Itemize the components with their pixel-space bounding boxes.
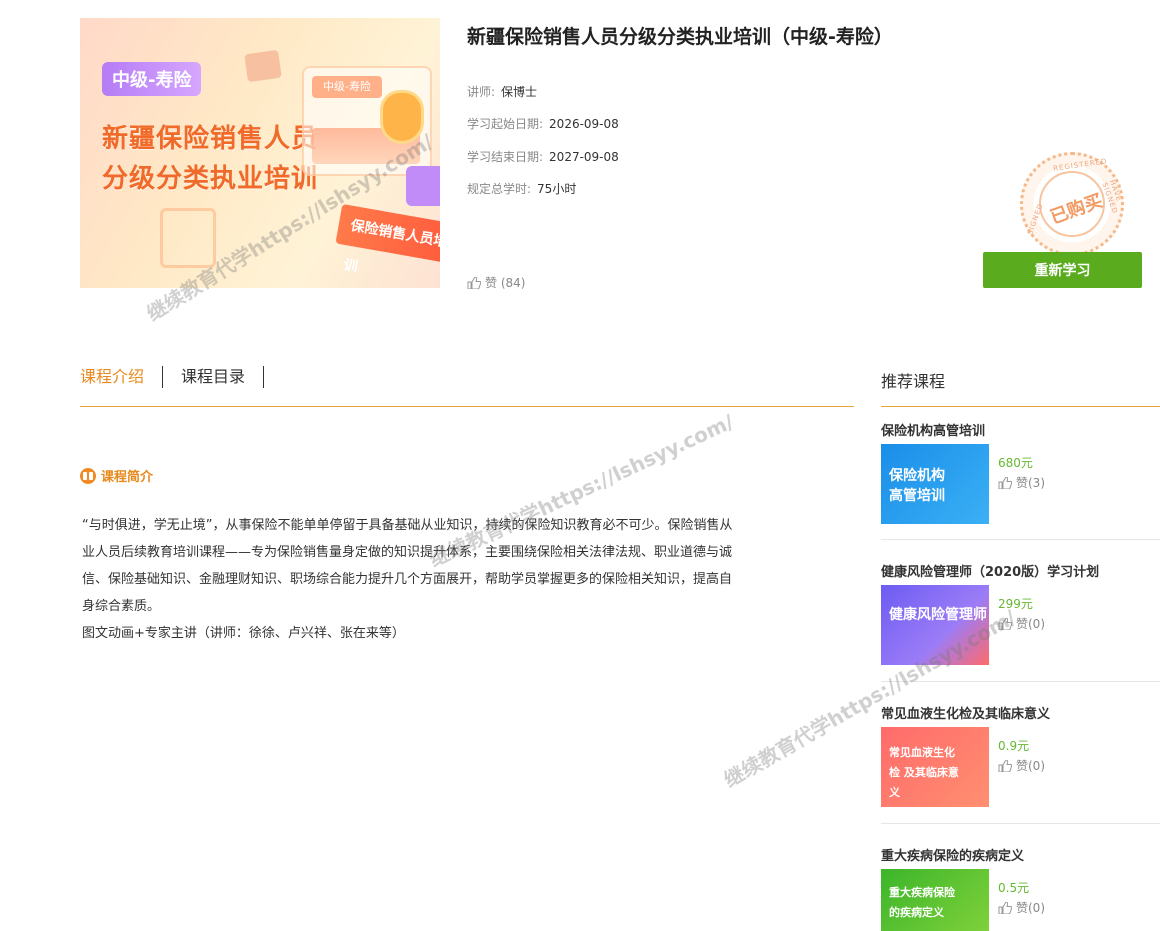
recommend-item-likes[interactable]: 赞(0) (998, 899, 1045, 916)
recommend-item-thumbnail[interactable]: 健康风险管理师 (881, 585, 989, 665)
like-label: 赞 (485, 276, 498, 290)
total-hours-value: 75小时 (537, 182, 577, 196)
tab-course-intro[interactable]: 课程介绍 (80, 366, 162, 388)
lecturer-row: 讲师: 保博士 (467, 83, 537, 100)
tab-course-catalog[interactable]: 课程目录 (163, 366, 263, 388)
intro-paragraph: “与时俱进，学无止境”，从事保险不能单单停留于具备基础从业知识，持续的保险知识教… (82, 518, 733, 614)
recommend-item-likes[interactable]: 赞(0) (998, 615, 1045, 632)
course-tabs: 课程介绍 课程目录 (80, 366, 265, 388)
start-date-value: 2026-09-08 (549, 117, 619, 131)
recommend-item-likes[interactable]: 赞(0) (998, 757, 1045, 774)
recommend-item-likes-text: 赞(0) (1016, 617, 1045, 631)
recommend-item-name[interactable]: 常见血液生化检及其临床意义 (881, 703, 1160, 722)
start-date-row: 学习起始日期: 2026-09-08 (467, 115, 619, 132)
end-date-label: 学习结束日期: (467, 150, 544, 164)
restudy-button[interactable]: 重新学习 (983, 252, 1142, 288)
recommend-item[interactable]: 重大疾病保险的疾病定义 重大疾病保险 的疾病定义 0.5元 赞(0) (881, 845, 1160, 931)
thumbs-up-icon (998, 759, 1012, 772)
recommend-item-name[interactable]: 重大疾病保险的疾病定义 (881, 845, 1160, 864)
recommend-divider (881, 681, 1160, 682)
recommend-title: 推荐课程 (881, 372, 946, 391)
recommend-item-price: 0.9元 (998, 739, 1030, 753)
thumbs-up-icon (998, 901, 1012, 914)
start-date-label: 学习起始日期: (467, 117, 544, 131)
recommend-item-likes[interactable]: 赞(3) (998, 474, 1045, 491)
stamp-ring-top-text: REGISTERED (1052, 157, 1108, 173)
recommend-item-thumbnail[interactable]: 保险机构 高管培训 (881, 444, 989, 524)
recommend-item-thumbnail[interactable]: 常见血液生化检 及其临床意义 (881, 727, 989, 807)
recommend-underline (881, 406, 1160, 407)
recommend-item-name[interactable]: 健康风险管理师（2020版）学习计划 (881, 561, 1160, 580)
thumbs-up-icon (998, 476, 1012, 489)
like-count: (84) (500, 275, 526, 290)
recommend-divider (881, 539, 1160, 540)
recommend-item-price: 680元 (998, 456, 1033, 470)
recommend-item-price: 0.5元 (998, 881, 1030, 895)
end-date-row: 学习结束日期: 2027-09-08 (467, 148, 619, 165)
intro-lecturers: 图文动画+专家主讲（讲师：徐徐、卢兴祥、张在来等） (82, 626, 405, 641)
tabs-underline (80, 406, 854, 407)
document-icon (160, 208, 216, 268)
total-hours-label: 规定总学时: (467, 182, 532, 196)
like-button[interactable]: 赞 (84) (467, 274, 525, 291)
recommend-item[interactable]: 保险机构高管培训 保险机构 高管培训 680元 赞(3) (881, 420, 1160, 524)
course-title: 新疆保险销售人员分级分类执业培训（中级-寿险） (467, 26, 893, 48)
recommend-item-likes-text: 赞(0) (1016, 901, 1045, 915)
cover-card-label: 中级-寿险 (312, 76, 382, 98)
total-hours-row: 规定总学时: 75小时 (467, 180, 576, 197)
intro-section-heading: 课程简介 (80, 466, 153, 485)
shield-icon (380, 90, 424, 144)
end-date-value: 2027-09-08 (549, 150, 619, 164)
tab-divider (263, 366, 265, 388)
recommend-divider (881, 823, 1160, 824)
user-card-icon (406, 166, 440, 206)
thumbs-up-icon (467, 276, 481, 289)
purchased-stamp: REGISTERED HAVE SIGNED SIGNED 已购买 (1020, 152, 1124, 256)
book-icon (80, 467, 96, 484)
thumbnail-text: 重大疾病保险 的疾病定义 (889, 886, 955, 919)
recommend-item-thumbnail[interactable]: 重大疾病保险 的疾病定义 (881, 869, 989, 931)
recommend-item-price: 299元 (998, 597, 1033, 611)
course-cover-image: 中级-寿险 新疆保险销售人员 分级分类执业培训 中级-寿险 保险销售人员培训 (80, 18, 440, 288)
recommend-item-likes-text: 赞(3) (1016, 476, 1045, 490)
intro-section-title: 课程简介 (101, 470, 154, 485)
thumbs-up-icon (998, 617, 1012, 630)
thumbnail-text: 健康风险管理师 (889, 607, 987, 623)
recommend-item[interactable]: 常见血液生化检及其临床意义 常见血液生化检 及其临床意义 0.9元 赞(0) (881, 703, 1160, 807)
cover-title-line2: 分级分类执业培训 (102, 164, 319, 194)
cover-level-tag: 中级-寿险 (102, 62, 202, 96)
thumbnail-text: 保险机构 高管培训 (889, 468, 945, 504)
recommend-item-name[interactable]: 保险机构高管培训 (881, 420, 1160, 439)
cover-title-line1: 新疆保险销售人员 (102, 124, 319, 154)
lecturer-value: 保博士 (501, 85, 538, 99)
lecturer-label: 讲师: (467, 85, 496, 99)
folder-decoration (244, 49, 282, 83)
thumbnail-text: 常见血液生化检 及其临床意义 (889, 746, 959, 799)
recommend-item-likes-text: 赞(0) (1016, 759, 1045, 773)
cover-banner: 保险销售人员培训 (335, 203, 440, 275)
course-description: “与时俱进，学无止境”，从事保险不能单单停留于具备基础从业知识，持续的保险知识教… (82, 512, 742, 647)
recommend-item[interactable]: 健康风险管理师（2020版）学习计划 健康风险管理师 299元 赞(0) (881, 561, 1160, 665)
